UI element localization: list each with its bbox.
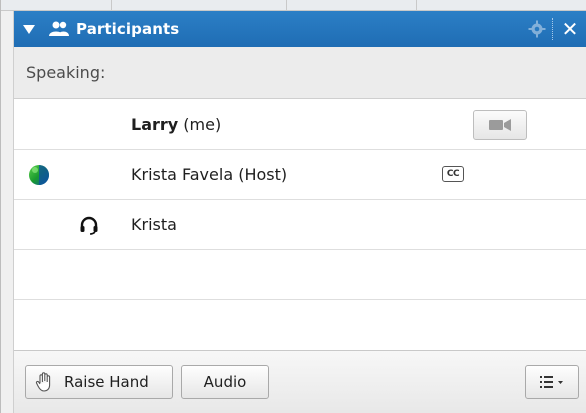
status-cell bbox=[14, 200, 64, 250]
camera-button[interactable] bbox=[473, 110, 527, 140]
audio-cell bbox=[64, 150, 114, 200]
participant-name-bold: Larry bbox=[131, 115, 179, 134]
status-cell bbox=[14, 100, 64, 150]
top-strip bbox=[1, 0, 586, 11]
list-menu-icon bbox=[540, 376, 563, 388]
raise-hand-label: Raise Hand bbox=[64, 373, 149, 391]
empty-row bbox=[14, 300, 586, 350]
left-edge bbox=[1, 11, 14, 413]
people-icon bbox=[44, 11, 74, 47]
audio-button[interactable]: Audio bbox=[181, 365, 269, 399]
participant-row[interactable]: Krista Favela (Host) CC bbox=[14, 150, 586, 200]
participant-name: Krista Favela (Host) bbox=[131, 165, 288, 184]
top-strip-divider bbox=[286, 0, 287, 11]
top-strip-divider bbox=[416, 0, 417, 11]
participant-suffix: (me) bbox=[183, 115, 222, 134]
participant-name: Krista bbox=[131, 215, 177, 234]
top-strip-divider bbox=[111, 0, 112, 11]
participant-name: Larry (me) bbox=[131, 115, 221, 134]
panel-footer: Raise Hand Audio bbox=[14, 350, 586, 413]
speaking-label: Speaking: bbox=[26, 63, 106, 82]
participant-row[interactable]: Krista bbox=[14, 200, 586, 250]
participants-panel: Participants ✕ Speaking: Larry (me) Kris… bbox=[0, 0, 586, 413]
closed-caption-badge: CC bbox=[442, 166, 464, 182]
cc-badge-label: CC bbox=[442, 166, 464, 182]
speaking-bar: Speaking: bbox=[14, 47, 586, 99]
close-icon[interactable]: ✕ bbox=[553, 11, 586, 47]
options-menu-button[interactable] bbox=[525, 365, 579, 399]
empty-row bbox=[14, 250, 586, 300]
triangle-down-icon[interactable] bbox=[14, 11, 44, 47]
audio-cell bbox=[64, 100, 114, 150]
hand-icon bbox=[35, 372, 51, 392]
panel-header: Participants ✕ bbox=[14, 11, 586, 47]
audio-label: Audio bbox=[203, 373, 247, 391]
participant-list: Larry (me) Krista Favela (Host) CC Krist… bbox=[14, 100, 586, 350]
gear-icon[interactable] bbox=[522, 11, 552, 47]
camera-icon bbox=[489, 119, 511, 131]
raise-hand-button[interactable]: Raise Hand bbox=[25, 365, 173, 399]
panel-title: Participants bbox=[76, 20, 180, 38]
video-button[interactable] bbox=[473, 110, 527, 140]
participant-row[interactable]: Larry (me) bbox=[14, 100, 586, 150]
globe-icon bbox=[14, 150, 64, 200]
headset-icon bbox=[64, 200, 114, 250]
